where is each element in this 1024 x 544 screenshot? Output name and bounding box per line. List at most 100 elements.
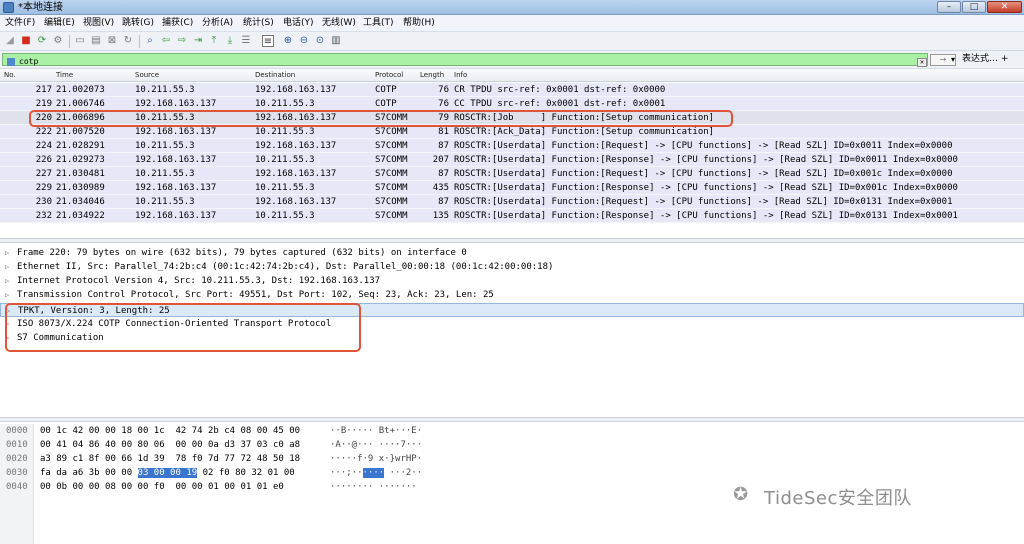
auto-scroll-icon[interactable]: ☰: [240, 35, 252, 47]
packet-no: 219: [35, 99, 52, 109]
menu-help[interactable]: 帮助(H): [403, 17, 435, 29]
colorize-icon[interactable]: ≡: [262, 35, 274, 47]
pane-splitter[interactable]: [0, 238, 1024, 243]
menu-bar: 文件(F) 编辑(E) 视图(V) 跳转(G) 捕获(C) 分析(A) 统计(S…: [0, 15, 1024, 32]
packet-info: ROSCTR:[Userdata] Function:[Request] -> …: [454, 197, 953, 207]
column-header-protocol[interactable]: Protocol: [375, 70, 403, 81]
packet-row[interactable]: 227 21.030481 10.211.55.3 192.168.163.13…: [0, 167, 1024, 181]
minimize-button[interactable]: –: [937, 1, 961, 13]
packet-time: 21.030481: [56, 169, 105, 179]
column-header-info[interactable]: Info: [454, 70, 467, 81]
open-file-icon[interactable]: ▭: [74, 35, 86, 47]
byte-hex: a3 89 c1 8f 00 66 1d 39 78 f0 7d 77 72 4…: [40, 454, 301, 464]
expand-arrow-icon[interactable]: ▷: [5, 274, 9, 288]
find-packet-icon[interactable]: ⌕: [144, 35, 156, 47]
capture-options-icon[interactable]: ⚙: [52, 35, 64, 47]
packet-destination: 10.211.55.3: [255, 99, 315, 109]
packet-row[interactable]: 229 21.030989 192.168.163.137 10.211.55.…: [0, 181, 1024, 195]
add-filter-button[interactable]: +: [1001, 54, 1009, 64]
annotation-box-packet: [29, 110, 733, 127]
menu-edit[interactable]: 编辑(E): [44, 17, 75, 29]
pane-splitter[interactable]: [0, 417, 1024, 422]
menu-analyze[interactable]: 分析(A): [202, 17, 233, 29]
close-button[interactable]: ✕: [987, 1, 1022, 13]
packet-destination: 192.168.163.137: [255, 169, 337, 179]
column-header-no[interactable]: No.: [4, 70, 16, 81]
packet-length: 435: [432, 183, 449, 193]
packet-info: ROSCTR:[Userdata] Function:[Response] ->…: [454, 155, 958, 165]
clear-filter-icon[interactable]: ✕: [917, 58, 927, 67]
display-filter-value: cotp: [19, 57, 39, 66]
display-filter-input[interactable]: cotp ✕: [2, 53, 928, 67]
column-header-source[interactable]: Source: [135, 70, 159, 81]
packet-length: 81: [438, 127, 449, 137]
go-forward-icon[interactable]: ⇨: [176, 35, 188, 47]
packet-length: 87: [438, 169, 449, 179]
packet-protocol: S7COMM: [375, 155, 408, 165]
filter-history-dropdown-icon[interactable]: ▾: [948, 54, 958, 66]
packet-row[interactable]: 232 21.034922 192.168.163.137 10.211.55.…: [0, 209, 1024, 223]
byte-ascii: ·A··@··· ····7···: [330, 440, 423, 450]
packet-time: 21.007520: [56, 127, 105, 137]
packet-row[interactable]: 217 21.002073 10.211.55.3 192.168.163.13…: [0, 83, 1024, 97]
last-packet-icon[interactable]: ⤓: [224, 35, 236, 47]
expand-arrow-icon[interactable]: ▷: [5, 260, 9, 274]
go-to-packet-icon[interactable]: ⇥: [192, 35, 204, 47]
zoom-in-icon[interactable]: ⊕: [282, 35, 294, 47]
packet-protocol: S7COMM: [375, 169, 408, 179]
zoom-out-icon[interactable]: ⊖: [298, 35, 310, 47]
resize-columns-icon[interactable]: ▥: [330, 35, 342, 47]
close-file-icon[interactable]: ⊠: [106, 35, 118, 47]
expand-arrow-icon[interactable]: ▷: [5, 246, 9, 260]
expression-button[interactable]: 表达式… +: [962, 53, 1008, 66]
packet-time: 21.030989: [56, 183, 105, 193]
first-packet-icon[interactable]: ⤒: [208, 35, 220, 47]
column-header-length[interactable]: Length: [420, 70, 444, 81]
packet-row[interactable]: 230 21.034046 10.211.55.3 192.168.163.13…: [0, 195, 1024, 209]
annotation-box-layers: [5, 303, 361, 352]
byte-hex: 00 41 04 86 40 00 80 06 00 00 0a d3 37 0…: [40, 440, 301, 450]
packet-source: 192.168.163.137: [135, 211, 217, 221]
tree-item-tcp[interactable]: ▷ Transmission Control Protocol, Src Por…: [0, 288, 1024, 302]
normal-size-icon[interactable]: ⊙: [314, 35, 326, 47]
menu-statistics[interactable]: 统计(S): [243, 17, 274, 29]
byte-offset: 0010: [6, 440, 28, 450]
packet-time: 21.002073: [56, 85, 105, 95]
menu-file[interactable]: 文件(F): [5, 17, 35, 29]
packet-list: No. Time Source Destination Protocol Len…: [0, 68, 1024, 225]
reload-file-icon[interactable]: ↻: [122, 35, 134, 47]
packet-no: 227: [35, 169, 52, 179]
toolbar-separator: [139, 35, 140, 48]
menu-tools[interactable]: 工具(T): [363, 17, 394, 29]
packet-source: 10.211.55.3: [135, 141, 195, 151]
packet-row[interactable]: 226 21.029273 192.168.163.137 10.211.55.…: [0, 153, 1024, 167]
menu-telephony[interactable]: 电话(Y): [283, 17, 314, 29]
packet-protocol: S7COMM: [375, 211, 408, 221]
column-header-destination[interactable]: Destination: [255, 70, 295, 81]
packet-source: 10.211.55.3: [135, 85, 195, 95]
tree-item-ethernet[interactable]: ▷ Ethernet II, Src: Parallel_74:2b:c4 (0…: [0, 260, 1024, 274]
go-back-icon[interactable]: ⇦: [160, 35, 172, 47]
restart-capture-icon[interactable]: ⟳: [36, 35, 48, 47]
tree-item-ipv4[interactable]: ▷ Internet Protocol Version 4, Src: 10.2…: [0, 274, 1024, 288]
bookmark-icon[interactable]: [7, 58, 15, 66]
byte-offset: 0040: [6, 482, 28, 492]
menu-go[interactable]: 跳转(G): [122, 17, 154, 29]
menu-wireless[interactable]: 无线(W): [322, 17, 356, 29]
packet-row[interactable]: 222 21.007520 192.168.163.137 10.211.55.…: [0, 125, 1024, 139]
menu-view[interactable]: 视图(V): [83, 17, 114, 29]
save-file-icon[interactable]: ▤: [90, 35, 102, 47]
column-header-time[interactable]: Time: [56, 70, 73, 81]
maximize-button[interactable]: □: [962, 1, 986, 13]
menu-capture[interactable]: 捕获(C): [162, 17, 193, 29]
tree-item-frame[interactable]: ▷ Frame 220: 79 bytes on wire (632 bits)…: [0, 246, 1024, 260]
packet-destination: 10.211.55.3: [255, 211, 315, 221]
start-capture-icon[interactable]: ◢: [4, 35, 16, 47]
expand-arrow-icon[interactable]: ▷: [5, 288, 9, 302]
packet-destination: 10.211.55.3: [255, 155, 315, 165]
packet-row[interactable]: 219 21.006746 192.168.163.137 10.211.55.…: [0, 97, 1024, 111]
expression-label: 表达式…: [962, 54, 999, 64]
stop-capture-icon[interactable]: ■: [20, 35, 32, 47]
packet-row[interactable]: 224 21.028291 10.211.55.3 192.168.163.13…: [0, 139, 1024, 153]
packet-source: 10.211.55.3: [135, 169, 195, 179]
